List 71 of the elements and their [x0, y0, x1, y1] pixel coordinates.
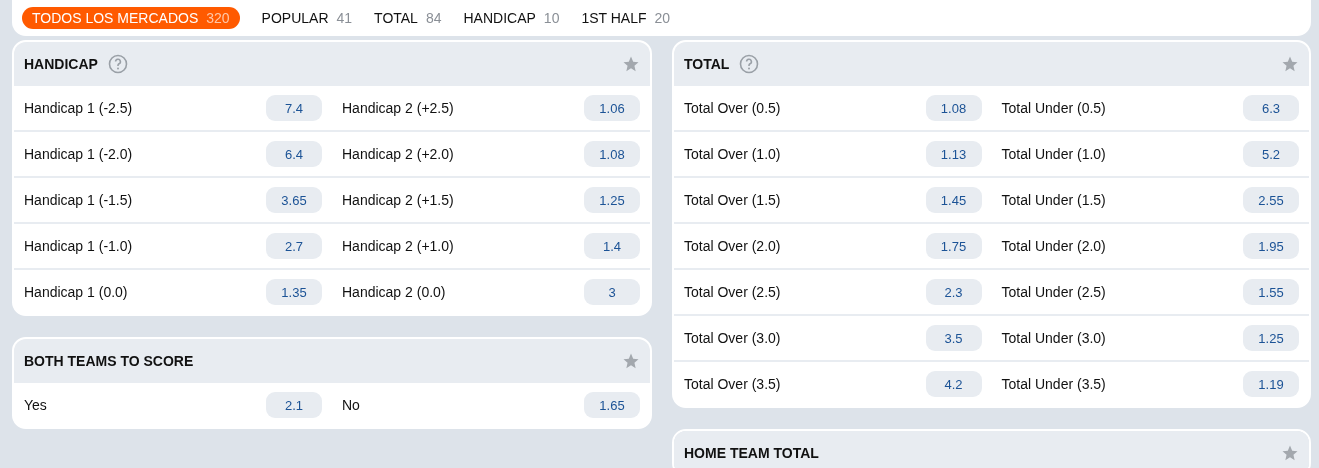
odds-button[interactable]: 5.2 [1243, 141, 1299, 167]
odds-button[interactable]: 1.19 [1243, 371, 1299, 397]
odds-button[interactable]: 1.75 [925, 233, 982, 259]
odds-button[interactable]: 3 [584, 279, 640, 305]
tab-count: 320 [206, 10, 230, 26]
outcome-label: Handicap 1 (-1.0) [24, 238, 133, 254]
odds-button[interactable]: 1.35 [266, 279, 322, 305]
market-tab[interactable]: 1ST HALF 20 [581, 7, 671, 29]
star-icon[interactable] [1281, 444, 1299, 462]
help-icon[interactable] [739, 54, 760, 74]
odds-button[interactable]: 2.3 [925, 279, 982, 305]
tab-count: 84 [425, 10, 442, 26]
market-title: HANDICAP [24, 56, 98, 72]
outcome-label: Total Over (2.0) [684, 238, 781, 254]
outcome-label: Handicap 1 (0.0) [24, 284, 128, 300]
outcome-label: No [342, 397, 360, 413]
market-title: HOME TEAM TOTAL [684, 445, 819, 461]
market-title: TOTAL [684, 56, 730, 72]
outcome-label: Total Under (3.0) [1001, 330, 1106, 346]
tab-count: 41 [336, 10, 353, 26]
outcome-label: Total Over (2.5) [684, 284, 781, 300]
market-tab[interactable]: HANDICAP 10 [463, 7, 560, 29]
outcome-label: Yes [24, 397, 47, 413]
outcome-label: Total Over (0.5) [684, 100, 781, 116]
odds-button[interactable]: 1.95 [1243, 233, 1299, 259]
odds-button[interactable]: 3.5 [925, 325, 982, 351]
outcome-label: Handicap 2 (+1.0) [342, 238, 454, 254]
odds-button[interactable]: 6.4 [266, 141, 322, 167]
help-icon[interactable] [107, 54, 128, 74]
outcome-label: Total Over (3.0) [684, 330, 781, 346]
outcome-label: Handicap 2 (+2.0) [342, 146, 454, 162]
outcome-label: Handicap 2 (+1.5) [342, 192, 454, 208]
outcome-label: Handicap 1 (-2.5) [24, 100, 133, 116]
odds-button[interactable]: 7.4 [266, 95, 322, 121]
star-icon[interactable] [622, 55, 640, 73]
outcome-label: Total Under (1.0) [1001, 146, 1106, 162]
outcome-label: Total Over (1.5) [684, 192, 781, 208]
outcome-label: Handicap 1 (-1.5) [24, 192, 133, 208]
odds-button[interactable]: 1.08 [584, 141, 640, 167]
tab-count: 20 [654, 10, 671, 26]
odds-button[interactable]: 1.45 [925, 187, 982, 213]
odds-button[interactable]: 2.55 [1243, 187, 1299, 213]
odds-button[interactable]: 1.65 [584, 392, 640, 418]
market-tab[interactable]: POPULAR 41 [261, 7, 353, 29]
odds-button[interactable]: 1.55 [1243, 279, 1299, 305]
star-icon[interactable] [622, 352, 640, 370]
outcome-label: Handicap 2 (0.0) [342, 284, 446, 300]
star-icon[interactable] [1281, 55, 1299, 73]
odds-button[interactable]: 1.13 [925, 141, 982, 167]
market-title: BOTH TEAMS TO SCORE [24, 353, 194, 369]
odds-button[interactable]: 3.65 [266, 187, 322, 213]
market-tab[interactable]: TOTAL 84 [374, 7, 442, 29]
outcome-label: Total Under (0.5) [1001, 100, 1106, 116]
odds-button[interactable]: 1.25 [584, 187, 640, 213]
outcome-label: Total Over (1.0) [684, 146, 781, 162]
odds-button[interactable]: 2.7 [266, 233, 322, 259]
odds-button[interactable]: 2.1 [266, 392, 322, 418]
outcome-label: Total Under (1.5) [1001, 192, 1106, 208]
odds-button[interactable]: 6.3 [1243, 95, 1299, 121]
odds-button[interactable]: 4.2 [925, 371, 982, 397]
outcome-label: Handicap 1 (-2.0) [24, 146, 133, 162]
outcome-label: Handicap 2 (+2.5) [342, 100, 454, 116]
odds-button[interactable]: 1.06 [584, 95, 640, 121]
outcome-label: Total Over (3.5) [684, 376, 781, 392]
tab-count: 10 [543, 10, 560, 26]
odds-button[interactable]: 1.25 [1243, 325, 1299, 351]
odds-button[interactable]: 1.4 [584, 233, 640, 259]
outcome-label: Total Under (2.5) [1001, 284, 1106, 300]
outcome-label: Total Under (3.5) [1001, 376, 1106, 392]
odds-button[interactable]: 1.08 [925, 95, 982, 121]
outcome-label: Total Under (2.0) [1001, 238, 1106, 254]
